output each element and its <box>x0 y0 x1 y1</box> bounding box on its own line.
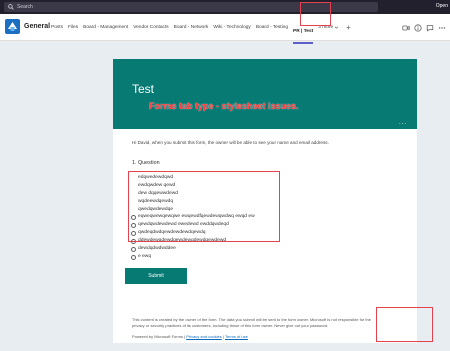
option-label: e ewq <box>138 253 152 259</box>
more-options-icon[interactable] <box>437 23 446 32</box>
annotation-text: Forms tab type - stylesheet issues. <box>149 101 299 111</box>
channel-header: General Posts Files Board - Management V… <box>0 14 450 44</box>
option-item[interactable]: e ewq <box>131 253 371 261</box>
active-tab-indicator <box>293 42 314 44</box>
open-button[interactable]: Open <box>436 3 448 9</box>
option-item[interactable]: dewdqdwdwddee <box>131 245 371 253</box>
radio-button[interactable] <box>131 254 136 260</box>
powered-by: Powered by Microsoft Forms | Privacy and… <box>132 334 248 339</box>
option-label: dewdqdwdwddee <box>138 246 176 252</box>
info-icon[interactable] <box>413 23 422 32</box>
link-separator: | <box>222 334 224 339</box>
powered-by-text: Powered by Microsoft Forms | <box>132 334 186 339</box>
form-banner: Test Forms tab type - stylesheet issues.… <box>113 59 417 129</box>
radio-button[interactable] <box>131 247 136 253</box>
banner-menu-icon[interactable]: ... <box>399 120 407 126</box>
terms-link[interactable]: Terms of use <box>225 334 248 339</box>
tab-board-management[interactable]: Board - Management <box>83 25 128 30</box>
question-title: 1. Question <box>132 160 160 166</box>
highlight-box-options <box>128 171 280 242</box>
highlight-box-active-tab <box>300 2 331 26</box>
add-tab-button[interactable]: + <box>346 23 351 32</box>
form-disclaimer: This content is created by the owner of … <box>132 317 371 328</box>
search-placeholder: Search <box>17 4 33 10</box>
header-actions <box>398 23 446 32</box>
tab-posts[interactable]: Posts <box>51 25 63 30</box>
team-avatar[interactable] <box>5 19 20 34</box>
channel-name: General <box>24 23 51 30</box>
tab-wiki-technology[interactable]: Wiki - Technology <box>213 25 251 30</box>
tab-vendor-contacts[interactable]: Vendor Contacts <box>133 25 168 30</box>
highlight-box-corner <box>376 307 433 342</box>
privacy-link[interactable]: Privacy and cookies <box>186 334 222 339</box>
form-title: Test <box>132 82 155 96</box>
chevron-down-icon <box>334 26 339 29</box>
search-icon <box>6 2 16 12</box>
submit-button[interactable]: Submit <box>125 268 187 284</box>
tab-board-network[interactable]: Board - Network <box>174 25 209 30</box>
title-bar: Search Open <box>0 0 450 14</box>
tab-pr-test[interactable]: PR | Test <box>293 29 313 34</box>
meet-icon[interactable] <box>401 23 410 32</box>
tab-board-testing[interactable]: Board - Testing <box>256 25 288 30</box>
tab-files[interactable]: Files <box>68 25 78 30</box>
form-intro: Hi David, when you submit this form, the… <box>132 140 329 145</box>
chat-icon[interactable] <box>425 23 434 32</box>
